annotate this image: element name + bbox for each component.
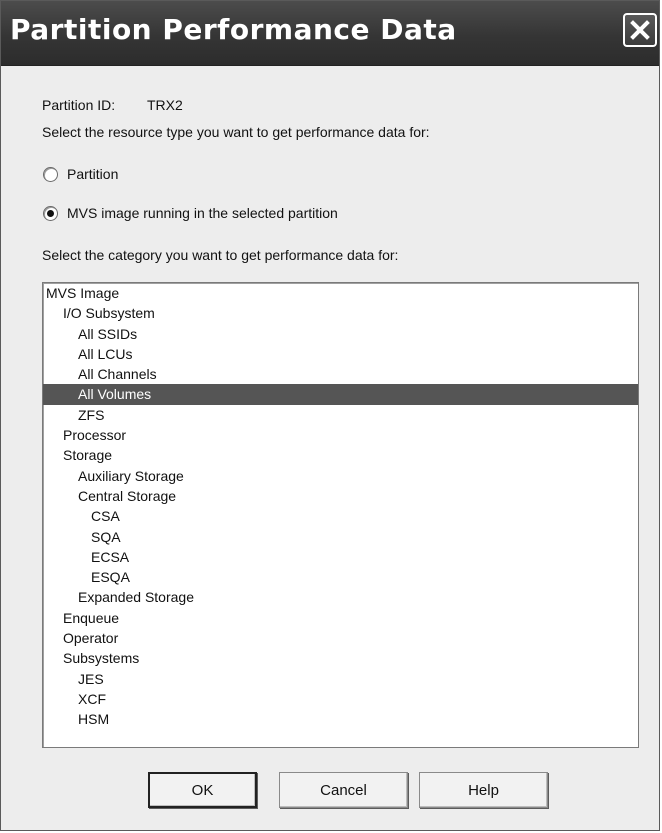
radio-mvs-image-label: MVS image running in the selected partit… (67, 205, 338, 221)
title-bar[interactable]: Partition Performance Data (1, 1, 659, 66)
close-icon (630, 20, 650, 40)
radio-partition-circle[interactable] (43, 166, 58, 182)
tree-item[interactable]: JES (43, 669, 638, 689)
tree-item[interactable]: XCF (43, 689, 638, 709)
cancel-button[interactable]: Cancel (279, 772, 408, 808)
radio-mvs-image-circle[interactable] (43, 205, 58, 221)
ok-button[interactable]: OK (148, 772, 257, 808)
category-prompt: Select the category you want to get perf… (42, 247, 399, 263)
tree-item[interactable]: SQA (43, 527, 638, 547)
close-button[interactable] (623, 13, 657, 47)
tree-item[interactable]: I/O Subsystem (43, 303, 638, 323)
tree-item[interactable]: All LCUs (43, 344, 638, 364)
tree-item[interactable]: Subsystems (43, 648, 638, 668)
tree-item[interactable]: All SSIDs (43, 324, 638, 344)
tree-item[interactable]: HSM (43, 709, 638, 729)
tree-item[interactable]: MVS Image (43, 283, 638, 303)
partition-id-label: Partition ID: (42, 97, 116, 113)
help-button[interactable]: Help (419, 772, 548, 808)
tree-item[interactable]: ZFS (43, 405, 638, 425)
radio-mvs-image[interactable]: MVS image running in the selected partit… (43, 205, 338, 221)
partition-id-value: TRX2 (147, 97, 183, 113)
tree-item[interactable]: Processor (43, 425, 638, 445)
tree-item[interactable]: ESQA (43, 567, 638, 587)
tree-item[interactable]: All Channels (43, 364, 638, 384)
category-tree[interactable]: MVS Image I/O Subsystem All SSIDs All LCUs A… (42, 282, 639, 748)
tree-item[interactable]: ECSA (43, 547, 638, 567)
tree-item[interactable]: CSA (43, 506, 638, 526)
partition-performance-dialog: Partition Performance Data Partition ID:… (0, 0, 660, 831)
radio-partition[interactable]: Partition (43, 166, 118, 182)
tree-item[interactable]: Auxiliary Storage (43, 466, 638, 486)
radio-partition-label: Partition (67, 166, 119, 182)
tree-item[interactable]: All Volumes (43, 384, 638, 405)
tree-item[interactable]: Central Storage (43, 486, 638, 506)
resource-type-prompt: Select the resource type you want to get… (42, 124, 430, 140)
tree-item[interactable]: Operator (43, 628, 638, 648)
window-title: Partition Performance Data (10, 13, 457, 46)
tree-item[interactable]: Expanded Storage (43, 587, 638, 607)
tree-item[interactable]: Enqueue (43, 608, 638, 628)
tree-item[interactable]: Storage (43, 445, 638, 465)
